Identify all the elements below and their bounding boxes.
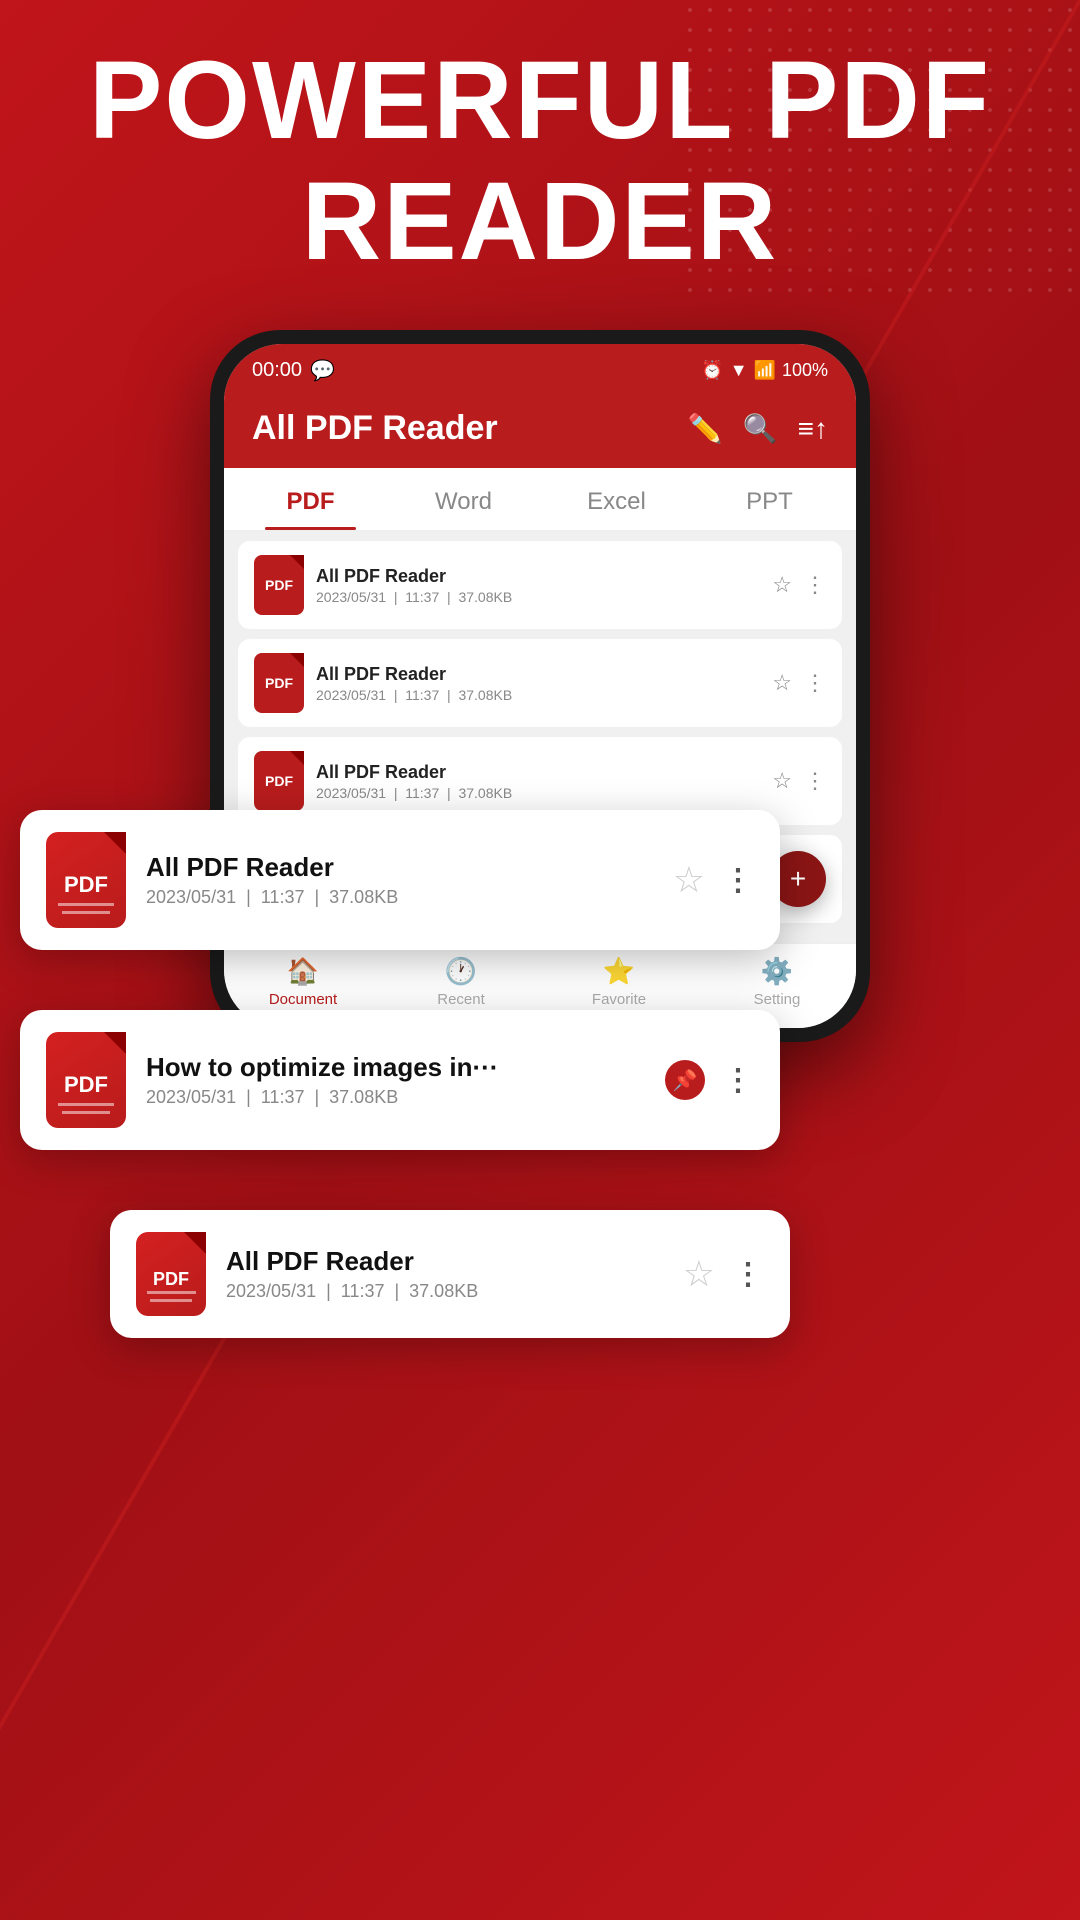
star-icon[interactable]: ☆ [772,670,792,696]
wifi-icon: ▼ [730,360,748,381]
app-bar: All PDF Reader ✏️ 🔍 ≡↑ [224,393,856,468]
file-info: All PDF Reader 2023/05/31 | 11:37 | 37.0… [316,664,760,703]
pdf-icon: PDF [254,555,304,615]
whatsapp-icon: 💬 [310,358,335,383]
favorite-icon: ⭐ [603,956,635,987]
status-left: 00:00 💬 [252,358,335,383]
status-time: 00:00 [252,359,302,382]
star-button[interactable]: ☆ [683,1253,715,1295]
card-file-meta: 2023/05/31 | 11:37 | 37.08KB [226,1281,663,1302]
tab-word[interactable]: Word [387,468,540,530]
card-file-name: How to optimize images in··· [146,1052,645,1083]
nav-setting[interactable]: ⚙️ Setting [698,956,856,1008]
sort-icon[interactable]: ≡↑ [798,413,828,445]
pdf-icon: PDF [254,751,304,811]
card-file-meta: 2023/05/31 | 11:37 | 37.08KB [146,887,653,908]
float-card-2[interactable]: PDF How to optimize images in··· 2023/05… [20,1010,780,1150]
card-actions: ☆ ⋮ [673,859,754,901]
status-right: ⏰ ▼ 📶 100% [701,360,828,381]
float-card-1[interactable]: PDF All PDF Reader 2023/05/31 | 11:37 | … [20,810,780,950]
edit-icon[interactable]: ✏️ [688,412,723,445]
file-actions: ☆ ⋮ [772,572,826,598]
card-actions: 📌 ⋮ [665,1060,754,1100]
alarm-icon: ⏰ [701,360,723,381]
card-info: How to optimize images in··· 2023/05/31 … [146,1052,645,1108]
pin-button[interactable]: 📌 [665,1060,705,1100]
file-info: All PDF Reader 2023/05/31 | 11:37 | 37.0… [316,566,760,605]
more-icon[interactable]: ⋮ [804,572,826,598]
phone-file-item-1[interactable]: PDF All PDF Reader 2023/05/31 | 11:37 | … [238,541,842,629]
star-icon[interactable]: ☆ [772,572,792,598]
tab-ppt[interactable]: PPT [693,468,846,530]
nav-recent[interactable]: 🕐 Recent [382,956,540,1008]
search-icon[interactable]: 🔍 [743,412,778,445]
app-icons: ✏️ 🔍 ≡↑ [688,412,828,445]
file-actions: ☆ ⋮ [772,670,826,696]
tab-bar: PDF Word Excel PPT [224,468,856,531]
tab-excel[interactable]: Excel [540,468,693,530]
float-card-3[interactable]: PDF All PDF Reader 2023/05/31 | 11:37 | … [110,1210,790,1338]
more-button[interactable]: ⋮ [723,1063,754,1098]
document-icon: 🏠 [287,956,319,987]
card-file-meta: 2023/05/31 | 11:37 | 37.08KB [146,1087,645,1108]
pdf-file-icon: PDF [46,1032,126,1128]
more-button[interactable]: ⋮ [723,863,754,898]
battery-level: 100% [782,360,828,381]
phone-file-item-2[interactable]: PDF All PDF Reader 2023/05/31 | 11:37 | … [238,639,842,727]
card-info: All PDF Reader 2023/05/31 | 11:37 | 37.0… [146,852,653,908]
app-title: All PDF Reader [252,409,498,448]
card-info: All PDF Reader 2023/05/31 | 11:37 | 37.0… [226,1246,663,1302]
card-file-name: All PDF Reader [146,852,653,883]
recent-icon: 🕐 [445,956,477,987]
file-info: All PDF Reader 2023/05/31 | 11:37 | 37.0… [316,762,760,801]
more-icon[interactable]: ⋮ [804,768,826,794]
pdf-icon: PDF [254,653,304,713]
file-actions: ☆ ⋮ [772,768,826,794]
nav-document[interactable]: 🏠 Document [224,956,382,1008]
nav-favorite[interactable]: ⭐ Favorite [540,956,698,1008]
setting-icon: ⚙️ [761,956,793,987]
signal-icon: 📶 [754,360,776,381]
tab-pdf[interactable]: PDF [234,468,387,530]
hero-title-line2: READER [40,161,1040,282]
more-icon[interactable]: ⋮ [804,670,826,696]
card-file-name: All PDF Reader [226,1246,663,1277]
hero-title: POWERFUL PDF READER [0,40,1080,282]
card-actions: ☆ ⋮ [683,1253,764,1295]
star-icon[interactable]: ☆ [772,768,792,794]
more-button[interactable]: ⋮ [733,1257,764,1292]
star-button[interactable]: ☆ [673,859,705,901]
status-bar: 00:00 💬 ⏰ ▼ 📶 100% [224,344,856,393]
pdf-file-icon: PDF [136,1232,206,1316]
pdf-file-icon: PDF [46,832,126,928]
hero-title-line1: POWERFUL PDF [40,40,1040,161]
